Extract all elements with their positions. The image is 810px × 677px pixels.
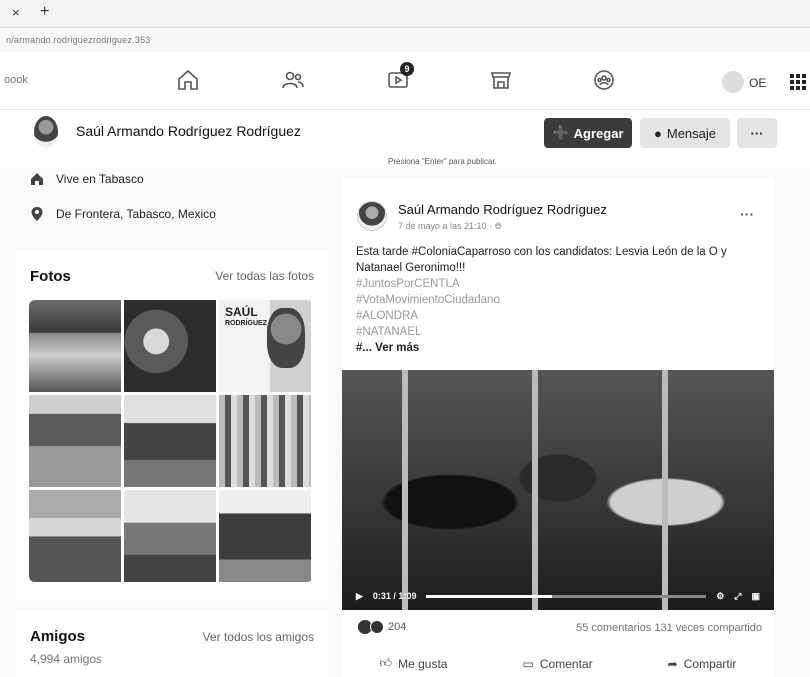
menu-grid-icon[interactable] <box>790 74 806 90</box>
facebook-profile-page: × + n/armando.rodriguezrodriguez.353 ooo… <box>0 0 810 677</box>
photo-thumbnail[interactable] <box>219 395 311 487</box>
see-all-friends-link[interactable]: Ver todos los amigos <box>203 630 314 644</box>
share-icon: ➦ <box>667 656 678 671</box>
message-button[interactable]: ● Mensaje <box>640 118 730 148</box>
user-initials[interactable]: OE <box>749 76 766 90</box>
photo-thumbnail[interactable] <box>29 395 121 487</box>
more-options-button[interactable]: ··· <box>737 118 777 148</box>
notification-badge: 9 <box>400 62 414 76</box>
browser-tab-bar: × + <box>0 0 810 28</box>
post-actions: 👍︎ Me gusta ▭ Comentar ➦ Compartir <box>342 650 774 677</box>
pip-icon[interactable]: ▣ <box>751 591 760 602</box>
home-icon[interactable] <box>174 66 202 94</box>
photo-thumbnail[interactable] <box>124 395 216 487</box>
hashtag-link[interactable]: #JuntosPorCENTLA <box>356 276 766 292</box>
from-text: De Frontera, Tabasco, Mexico <box>56 207 216 221</box>
profile-avatar[interactable] <box>34 116 58 148</box>
reactions-summary[interactable]: 204 <box>358 620 406 634</box>
friends-count: 4,994 amigos <box>30 652 103 666</box>
photo-thumbnail[interactable]: SAÚL RODRÍGUEZ <box>219 300 311 392</box>
address-bar[interactable]: n/armando.rodriguezrodriguez.353 <box>0 28 810 52</box>
video-frame <box>342 370 774 610</box>
comments-shares-count[interactable]: 55 comentarios 131 veces compartido <box>576 622 762 634</box>
groups-icon[interactable] <box>590 66 618 94</box>
photo-thumbnail[interactable] <box>124 490 216 582</box>
post-body: Esta tarde #ColoniaCaparroso con los can… <box>356 246 727 274</box>
add-friend-icon: ➕ <box>552 125 569 140</box>
campaign-poster-label: SAÚL RODRÍGUEZ <box>225 305 267 327</box>
settings-icon[interactable]: ⚙ <box>716 591 724 602</box>
top-navigation: oook 9 OE <box>0 52 810 110</box>
globe-icon: 🌐︎ <box>494 221 502 231</box>
reaction-count: 204 <box>388 621 407 633</box>
see-all-photos-link[interactable]: Ver todas las fotos <box>215 269 314 283</box>
hashtag-link[interactable]: #ALONDRA <box>356 308 766 324</box>
comment-button[interactable]: ▭ Comentar <box>523 650 593 677</box>
close-tab-icon[interactable]: × <box>12 5 20 20</box>
hashtag-link[interactable]: #NATANAEL <box>356 324 766 340</box>
video-controls: ▶ 0:31 / 1:09 ⚙ ⤢ ▣ <box>342 582 774 610</box>
watch-icon[interactable]: 9 <box>384 62 414 94</box>
new-tab-icon[interactable]: + <box>40 3 49 21</box>
video-progress-bar[interactable] <box>426 594 707 598</box>
love-reaction-icon <box>370 620 384 634</box>
video-time: 0:31 / 1:09 <box>372 591 417 601</box>
photo-thumbnail[interactable] <box>124 300 216 392</box>
share-button[interactable]: ➦ Compartir <box>668 650 737 677</box>
like-button[interactable]: 👍︎ Me gusta <box>380 650 448 677</box>
brand-text: oook <box>4 74 28 86</box>
messenger-icon: ● <box>654 125 662 141</box>
from-row: De Frontera, Tabasco, Mexico <box>30 207 216 221</box>
home-icon <box>31 173 43 185</box>
location-pin-icon <box>31 207 43 221</box>
photos-card: Fotos Ver todas las fotos SAÚL RODRÍGUEZ <box>16 250 328 600</box>
post-text: Esta tarde #ColoniaCaparroso con los can… <box>356 244 766 356</box>
photo-grid: SAÚL RODRÍGUEZ <box>29 300 313 582</box>
publish-hint: Presiona "Enter" para publicar. <box>388 157 497 166</box>
campaign-poster-face <box>267 308 305 368</box>
add-friend-button[interactable]: ➕ Agregar <box>544 118 632 148</box>
lives-in-text: Vive en Tabasco <box>56 172 144 186</box>
post-options-button[interactable]: ··· <box>740 206 754 222</box>
lives-in-row: Vive en Tabasco <box>30 172 144 186</box>
photo-thumbnail[interactable] <box>29 490 121 582</box>
message-label: Mensaje <box>666 125 716 141</box>
profile-name[interactable]: Saúl Armando Rodríguez Rodríguez <box>76 123 301 139</box>
photo-thumbnail[interactable] <box>29 300 121 392</box>
post-timestamp[interactable]: 7 de mayo a las 21:10 · 🌐︎ <box>398 221 502 232</box>
friends-card: Amigos Ver todos los amigos 4,994 amigos <box>16 610 328 677</box>
user-avatar[interactable] <box>722 71 744 93</box>
post-author-avatar[interactable] <box>357 201 387 231</box>
marketplace-icon[interactable] <box>487 66 515 94</box>
url-text: n/armando.rodriguezrodriguez.353 <box>6 35 151 45</box>
thumbs-up-icon: 👍︎ <box>379 656 393 670</box>
fullscreen-icon[interactable]: ⤢ <box>734 591 741 602</box>
friends-title: Amigos <box>30 628 86 645</box>
post-video[interactable]: ▶ 0:31 / 1:09 ⚙ ⤢ ▣ <box>342 370 774 610</box>
post-card: Saúl Armando Rodríguez Rodríguez 7 de ma… <box>342 178 774 677</box>
post-author-name[interactable]: Saúl Armando Rodríguez Rodríguez <box>398 202 607 217</box>
photos-title: Fotos <box>30 268 71 285</box>
comment-icon: ▭ <box>522 656 534 671</box>
add-friend-label: Agregar <box>573 125 624 141</box>
hashtag-link[interactable]: #VotaMovimientoCiudadano <box>356 292 766 308</box>
see-more-link[interactable]: #... Ver más <box>356 342 419 354</box>
play-icon[interactable]: ▶ <box>356 591 363 602</box>
friends-icon[interactable] <box>279 66 307 94</box>
photo-thumbnail[interactable] <box>219 490 311 582</box>
